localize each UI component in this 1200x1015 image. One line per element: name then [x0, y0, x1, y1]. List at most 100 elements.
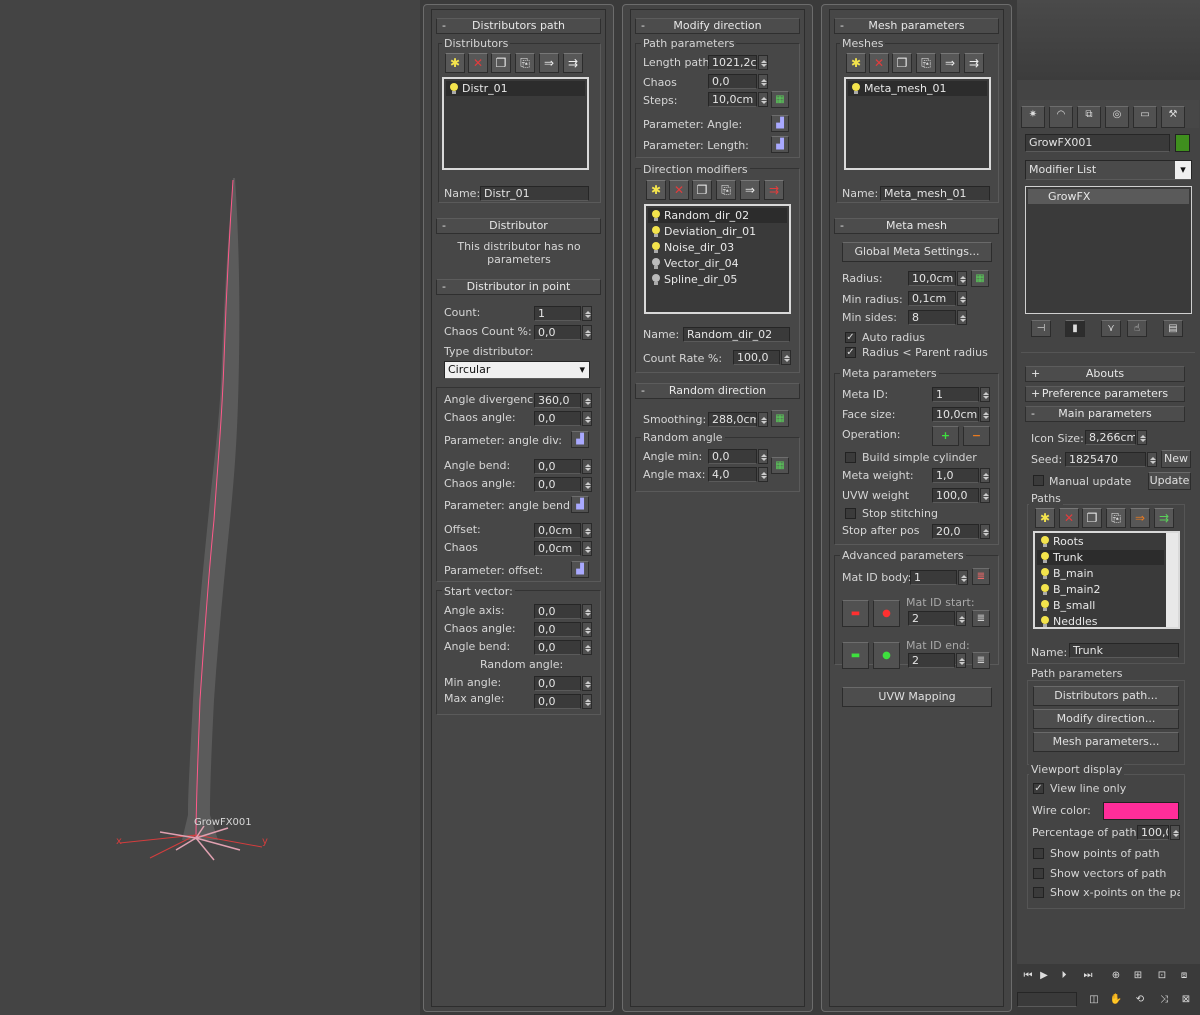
paste-icon[interactable]: ⎘ [1106, 508, 1126, 528]
create-tab-icon[interactable]: ✷ [1021, 106, 1045, 128]
object-name-field[interactable]: GrowFX001 [1025, 134, 1170, 152]
add-operation-icon[interactable]: + [932, 426, 959, 446]
list-item[interactable]: Meta_mesh_01 [848, 81, 987, 96]
copy-icon[interactable]: ❐ [892, 53, 912, 73]
rollout-distributor-in-point[interactable]: - Distributor in point [436, 279, 601, 295]
motion-tab-icon[interactable]: ◎ [1105, 106, 1129, 128]
material-list-icon[interactable]: ≣ [972, 610, 990, 627]
smoothing-spinner[interactable]: 288,0cm [708, 412, 768, 427]
move-up-icon[interactable]: ⇒ [740, 180, 760, 200]
object-color-swatch[interactable] [1175, 134, 1190, 152]
copy-icon[interactable]: ❐ [1082, 508, 1102, 528]
chaos-angle-spinner[interactable]: 0,0 [534, 622, 592, 637]
go-to-end-icon[interactable]: ⏭ [1079, 968, 1097, 985]
cap-end-icon[interactable]: ▬ [842, 642, 869, 669]
count-spinner[interactable]: 1 [534, 306, 592, 321]
play-icon[interactable]: ▶ [1035, 968, 1053, 985]
rollout-random-direction[interactable]: - Random direction [635, 383, 800, 399]
grid-map-icon[interactable]: ▦ [771, 91, 789, 108]
angle-min-spinner[interactable]: 0,0 [708, 449, 768, 464]
move-up-icon[interactable]: ⇒ [1130, 508, 1150, 528]
make-unique-icon[interactable]: ⋎ [1101, 320, 1121, 337]
paste-icon[interactable]: ⎘ [515, 53, 535, 73]
rollout-modify-direction[interactable]: - Modify direction [635, 18, 800, 34]
move-down-icon[interactable]: ⇉ [964, 53, 984, 73]
pin-stack-icon[interactable]: ⊣ [1031, 320, 1051, 337]
count-rate-spinner[interactable]: 100,0 [733, 350, 791, 365]
angle-divergence-spinner[interactable]: 360,0 [534, 393, 592, 408]
new-seed-button[interactable]: New [1161, 450, 1191, 468]
percentage-paths-spinner[interactable]: 100,0 [1137, 825, 1180, 840]
move-down-icon[interactable]: ⇉ [1154, 508, 1174, 528]
new-icon[interactable]: ✱ [1035, 508, 1055, 528]
mat-id-end-spinner[interactable]: 2 [908, 653, 966, 668]
uvw-mapping-button[interactable]: UVW Mapping [842, 687, 992, 707]
maximize-viewport-icon[interactable]: ⊠ [1177, 992, 1195, 1009]
angle-max-spinner[interactable]: 4,0 [708, 467, 768, 482]
modifier-list-dropdown[interactable]: Modifier List ▾ [1025, 160, 1192, 180]
list-item[interactable]: Spline_dir_05 [648, 272, 787, 287]
configure-sets-icon[interactable]: ▤ [1163, 320, 1183, 337]
move-down-icon[interactable]: ⇉ [764, 180, 784, 200]
global-meta-settings-button[interactable]: Global Meta Settings... [842, 242, 992, 262]
show-vectors-checkbox[interactable] [1033, 868, 1044, 879]
next-frame-icon[interactable]: ⏵ [1055, 968, 1073, 985]
display-tab-icon[interactable]: ▭ [1133, 106, 1157, 128]
angle-bend-spinner[interactable]: 0,0 [534, 459, 592, 474]
list-item[interactable]: Roots [1037, 534, 1164, 549]
show-xpoints-checkbox[interactable] [1033, 887, 1044, 898]
mat-id-body-spinner[interactable]: 1 [910, 570, 968, 585]
pan-icon[interactable]: ✋ [1107, 992, 1125, 1009]
rollout-abouts[interactable]: + Abouts [1025, 366, 1185, 382]
paths-list[interactable]: Roots Trunk B_main B_main2 B_small Neddl… [1033, 531, 1180, 629]
max-angle-spinner[interactable]: 0,0 [534, 694, 592, 709]
frame-field[interactable] [1017, 992, 1077, 1007]
sphere-end-icon[interactable]: ● [873, 642, 900, 669]
min-angle-spinner[interactable]: 0,0 [534, 676, 592, 691]
rollout-preference[interactable]: + Preference parameters [1025, 386, 1185, 402]
view-line-only-checkbox[interactable]: ✓ [1033, 783, 1044, 794]
cap-start-icon[interactable]: ▬ [842, 600, 869, 627]
rollout-main-parameters[interactable]: - Main parameters [1025, 406, 1185, 422]
stop-after-spinner[interactable]: 20,0 [932, 524, 990, 539]
curve-graph-icon[interactable]: ▟ [571, 561, 589, 578]
offset-spinner[interactable]: 0,0cm [534, 523, 592, 538]
wire-color-swatch[interactable] [1103, 802, 1179, 820]
curve-graph-icon[interactable]: ▟ [571, 431, 589, 448]
min-radius-spinner[interactable]: 0,1cm [908, 291, 967, 306]
update-button[interactable]: Update [1148, 472, 1191, 490]
steps-spinner[interactable]: 10,0cm [708, 92, 768, 107]
mesh-parameters-button[interactable]: Mesh parameters... [1033, 732, 1179, 752]
auto-radius-checkbox[interactable]: ✓ [845, 332, 856, 343]
new-icon[interactable]: ✱ [445, 53, 465, 73]
type-distributor-select[interactable]: Circular ▾ [444, 361, 590, 379]
copy-icon[interactable]: ❐ [491, 53, 511, 73]
zoom-icon[interactable]: ⊕ [1107, 968, 1125, 985]
seed-spinner[interactable]: 1825470 [1065, 452, 1157, 467]
radius-parent-checkbox[interactable]: ✓ [845, 347, 856, 358]
chaos-count-spinner[interactable]: 0,0 [534, 325, 592, 340]
rollout-distributor[interactable]: - Distributor [436, 218, 601, 234]
radius-spinner[interactable]: 10,0cm [908, 271, 967, 286]
paths-scrollbar[interactable] [1166, 533, 1178, 627]
modify-tab-icon[interactable]: ◠ [1049, 106, 1073, 128]
length-path-spinner[interactable]: 1021,2cm [708, 55, 768, 70]
show-end-result-icon[interactable]: ▮ [1065, 320, 1085, 337]
meta-id-spinner[interactable]: 1 [932, 387, 990, 402]
icon-size-spinner[interactable]: 8,266cm [1085, 430, 1147, 445]
angle-bend-spinner[interactable]: 0,0 [534, 640, 592, 655]
stack-item-growfx[interactable]: GrowFX [1028, 189, 1189, 204]
curve-graph-icon[interactable]: ▟ [571, 496, 589, 513]
delete-icon[interactable]: ✕ [468, 53, 488, 73]
distributor-name-field[interactable]: Distr_01 [480, 186, 589, 201]
rollout-meta-mesh[interactable]: - Meta mesh [834, 218, 999, 234]
utilities-tab-icon[interactable]: ⚒ [1161, 106, 1185, 128]
curve-graph-icon[interactable]: ▟ [771, 136, 789, 153]
paste-icon[interactable]: ⎘ [716, 180, 736, 200]
uvw-weight-spinner[interactable]: 100,0 [932, 488, 990, 503]
mat-id-start-spinner[interactable]: 2 [908, 611, 966, 626]
remove-modifier-icon[interactable]: ☝ [1127, 320, 1147, 337]
delete-icon[interactable]: ✕ [1059, 508, 1079, 528]
face-size-spinner[interactable]: 10,0cm [932, 407, 990, 422]
simple-cylinder-checkbox[interactable] [845, 452, 856, 463]
